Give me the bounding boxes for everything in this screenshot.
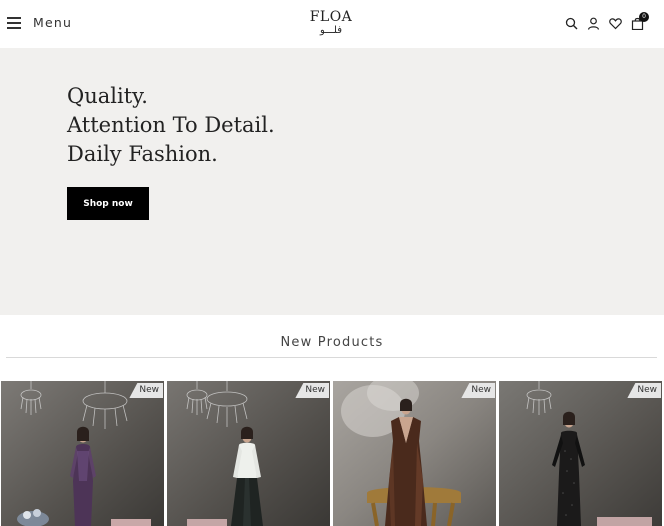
product-card-2[interactable]: New — [167, 381, 330, 526]
search-icon[interactable] — [565, 17, 578, 30]
new-products-title: New Products — [280, 335, 384, 350]
shopping-bag-icon[interactable]: 0 — [631, 12, 649, 30]
shop-now-button[interactable]: Shop now — [67, 187, 149, 220]
product-image-4[interactable] — [499, 381, 662, 526]
section-divider — [6, 357, 657, 358]
product-image-3[interactable] — [333, 381, 496, 526]
user-icon[interactable] — [587, 17, 600, 30]
menu-label[interactable]: Menu — [33, 15, 72, 30]
brand-logo[interactable]: FLOA فلـــو — [304, 9, 358, 36]
hero-headline: Quality. Attention To Detail. Daily Fash… — [67, 82, 275, 169]
header-actions: 0 — [565, 12, 649, 30]
site-header: Menu FLOA فلـــو 0 — [0, 0, 664, 48]
product-grid: New New New New — [1, 381, 663, 526]
hamburger-icon[interactable] — [7, 17, 21, 29]
product-image-2[interactable] — [167, 381, 330, 526]
product-card-3[interactable]: New — [333, 381, 496, 526]
product-card-4[interactable]: New — [499, 381, 662, 526]
logo-arabic-text[interactable]: فلـــو — [304, 25, 358, 36]
product-card-1[interactable]: New — [1, 381, 164, 526]
hero-line-3: Daily Fashion. — [67, 142, 218, 166]
menu-button[interactable]: Menu — [7, 15, 72, 30]
hero-banner: Quality. Attention To Detail. Daily Fash… — [0, 48, 664, 315]
heart-icon[interactable] — [609, 17, 622, 30]
hero-line-1: Quality. — [67, 84, 148, 108]
product-image-1[interactable] — [1, 381, 164, 526]
hero-line-2: Attention To Detail. — [67, 113, 275, 137]
cart-count-badge: 0 — [639, 12, 649, 22]
logo-latin-text[interactable]: FLOA — [304, 9, 358, 25]
